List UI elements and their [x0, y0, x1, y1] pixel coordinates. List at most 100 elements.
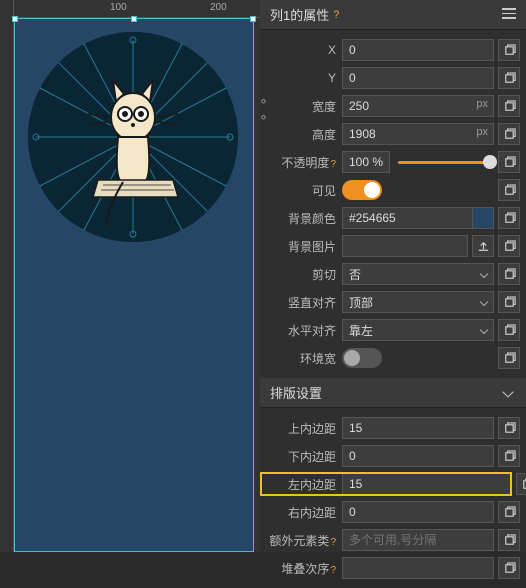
copy-button[interactable] — [498, 39, 520, 61]
height-label: 高度 — [260, 126, 342, 143]
selected-element-frame[interactable] — [14, 18, 254, 552]
row-y: Y — [260, 64, 526, 92]
bgcolor-label: 背景颜色 — [260, 210, 342, 227]
row-clip: 剪切 否 — [260, 260, 526, 288]
row-pad-bottom: 下内边距 — [260, 442, 526, 470]
valign-select[interactable]: 顶部 — [342, 291, 494, 313]
row-x: X — [260, 36, 526, 64]
pad-bottom-label: 下内边距 — [260, 448, 342, 465]
section-typography[interactable]: 排版设置 — [260, 378, 526, 408]
pad-top-input[interactable] — [342, 417, 494, 439]
copy-button[interactable] — [498, 179, 520, 201]
copy-button[interactable] — [498, 207, 520, 229]
ruler-tick: 200 — [210, 2, 227, 13]
opacity-slider[interactable] — [398, 161, 490, 164]
opacity-label: 不透明度? — [260, 154, 342, 171]
resize-handle-tl[interactable] — [12, 16, 18, 22]
pad-top-label: 上内边距 — [260, 420, 342, 437]
help-icon[interactable]: ? — [333, 9, 339, 21]
ruler-vertical — [0, 0, 14, 552]
height-input[interactable] — [342, 123, 494, 145]
copy-button[interactable] — [498, 557, 520, 579]
row-pad-left: 左内边距 — [260, 470, 526, 498]
width-label: 宽度 — [260, 98, 342, 115]
row-stack-order: 堆叠次序? — [260, 554, 526, 582]
halign-select[interactable]: 靠左 — [342, 319, 494, 341]
copy-button[interactable] — [498, 417, 520, 439]
help-icon[interactable]: ? — [330, 565, 336, 576]
extra-input[interactable] — [342, 529, 494, 551]
envwidth-toggle[interactable] — [342, 348, 382, 368]
copy-button[interactable] — [498, 319, 520, 341]
pad-left-input[interactable] — [342, 474, 510, 494]
row-halign: 水平对齐 靠左 — [260, 316, 526, 344]
pad-left-label: 左内边距 — [262, 476, 342, 493]
row-pad-top: 上内边距 — [260, 414, 526, 442]
stack-input[interactable] — [342, 557, 494, 579]
visible-label: 可见 — [260, 182, 342, 199]
clip-label: 剪切 — [260, 266, 342, 283]
row-width: 宽度 px — [260, 92, 526, 120]
halign-label: 水平对齐 — [260, 322, 342, 339]
color-swatch[interactable] — [472, 207, 494, 229]
pad-right-label: 右内边距 — [260, 504, 342, 521]
x-input[interactable] — [342, 39, 494, 61]
visible-toggle[interactable] — [342, 180, 382, 200]
extra-label: 额外元素类? — [260, 532, 342, 549]
bgimage-label: 背景图片 — [260, 238, 342, 255]
copy-button[interactable] — [498, 95, 520, 117]
opacity-input[interactable] — [342, 151, 390, 173]
valign-label: 竖直对齐 — [260, 294, 342, 311]
copy-button[interactable] — [498, 347, 520, 369]
resize-handle-tr[interactable] — [250, 16, 256, 22]
upload-button[interactable] — [472, 235, 494, 257]
row-extra-classes: 额外元素类? — [260, 526, 526, 554]
copy-button[interactable] — [516, 473, 526, 495]
copy-button[interactable] — [498, 263, 520, 285]
section-title: 排版设置 — [270, 383, 322, 402]
row-opacity: 不透明度? — [260, 148, 526, 176]
y-label: Y — [260, 71, 342, 85]
copy-button[interactable] — [498, 445, 520, 467]
menu-icon[interactable] — [502, 8, 516, 19]
bgcolor-input[interactable] — [342, 207, 472, 229]
row-height: 高度 px — [260, 120, 526, 148]
chevron-down-icon — [504, 388, 514, 398]
slider-knob[interactable] — [483, 155, 497, 169]
copy-button[interactable] — [498, 67, 520, 89]
ruler-tick: 100 — [110, 2, 127, 13]
canvas-area: 100 200 — [0, 0, 260, 552]
height-unit: px — [476, 126, 488, 138]
copy-button[interactable] — [498, 123, 520, 145]
row-bgcolor: 背景颜色 — [260, 204, 526, 232]
copy-button[interactable] — [498, 151, 520, 173]
row-valign: 竖直对齐 顶部 — [260, 288, 526, 316]
row-bgimage: 背景图片 — [260, 232, 526, 260]
row-visible: 可见 — [260, 176, 526, 204]
copy-button[interactable] — [498, 291, 520, 313]
content-image[interactable] — [28, 32, 238, 242]
pad-right-input[interactable] — [342, 501, 494, 523]
resize-handle-tm[interactable] — [131, 16, 137, 22]
properties-panel: 列1的属性 ? ⚬⚬ X Y 宽度 px 高度 — [260, 0, 526, 552]
copy-button[interactable] — [498, 501, 520, 523]
x-label: X — [260, 43, 342, 57]
clip-select[interactable]: 否 — [342, 263, 494, 285]
help-icon[interactable]: ? — [330, 159, 336, 170]
stack-label: 堆叠次序? — [260, 560, 342, 577]
pad-bottom-input[interactable] — [342, 445, 494, 467]
row-envwidth: 环境宽 — [260, 344, 526, 372]
copy-button[interactable] — [498, 529, 520, 551]
help-icon[interactable]: ? — [330, 537, 336, 548]
width-unit: px — [476, 98, 488, 110]
copy-button[interactable] — [498, 235, 520, 257]
bgimage-input[interactable] — [342, 235, 468, 257]
ruler-horizontal: 100 200 — [0, 0, 260, 18]
panel-header: 列1的属性 ? — [260, 0, 526, 30]
link-dimensions-icon[interactable]: ⚬⚬ — [258, 94, 269, 126]
row-pad-right: 右内边距 — [260, 498, 526, 526]
envwidth-label: 环境宽 — [260, 350, 342, 367]
y-input[interactable] — [342, 67, 494, 89]
width-input[interactable] — [342, 95, 494, 117]
panel-title: 列1的属性 — [270, 5, 329, 24]
